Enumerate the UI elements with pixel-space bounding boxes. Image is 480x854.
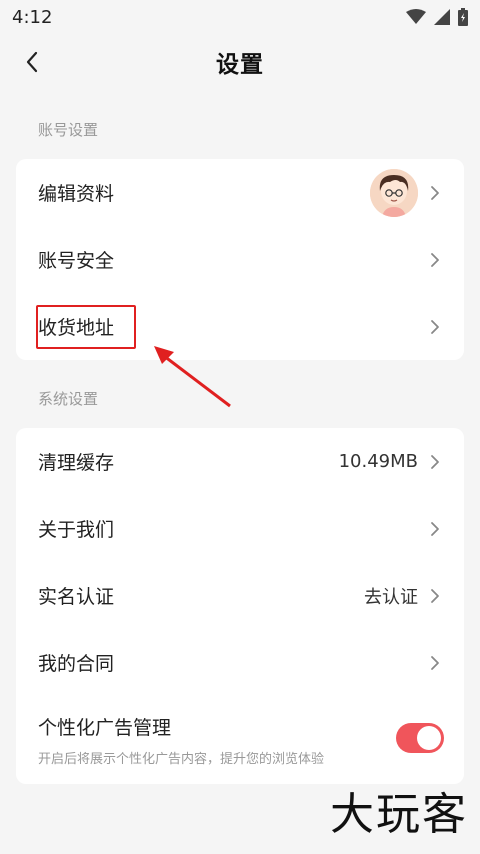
header: 设置 xyxy=(0,34,480,90)
signal-icon xyxy=(434,9,450,25)
status-time: 4:12 xyxy=(12,6,53,28)
my-contracts-row[interactable]: 我的合同 xyxy=(16,629,464,696)
real-name-verification-row[interactable]: 实名认证 去认证 xyxy=(16,562,464,629)
cache-size-value: 10.49MB xyxy=(338,451,418,472)
account-settings-card: 编辑资料 账号安全 收货地址 xyxy=(16,159,464,360)
status-icons xyxy=(406,8,468,26)
personalized-ads-row: 个性化广告管理 开启后将展示个性化广告内容，提升您的浏览体验 xyxy=(16,696,464,784)
chevron-right-icon xyxy=(431,252,439,267)
account-security-row[interactable]: 账号安全 xyxy=(16,226,464,293)
clear-cache-row[interactable]: 清理缓存 10.49MB xyxy=(16,428,464,495)
toggle-knob xyxy=(417,726,441,750)
about-us-label: 关于我们 xyxy=(38,519,115,541)
account-section-label: 账号设置 xyxy=(38,121,99,139)
back-button[interactable] xyxy=(14,44,50,80)
battery-icon xyxy=(458,8,468,26)
chevron-right-icon xyxy=(431,185,439,200)
shipping-address-row[interactable]: 收货地址 xyxy=(16,293,464,360)
chevron-right-icon xyxy=(431,588,439,603)
avatar xyxy=(370,168,418,217)
personalized-ads-toggle[interactable] xyxy=(396,723,444,753)
about-us-row[interactable]: 关于我们 xyxy=(16,495,464,562)
status-bar: 4:12 xyxy=(0,0,480,34)
wifi-icon xyxy=(406,9,426,24)
shipping-address-label: 收货地址 xyxy=(38,317,115,339)
watermark-logo: 大玩客 xyxy=(330,789,468,840)
system-settings-card: 清理缓存 10.49MB 关于我们 实名认证 去认证 我的合同 个性化广告管理 … xyxy=(16,428,464,784)
chevron-right-icon xyxy=(431,454,439,469)
edit-profile-row[interactable]: 编辑资料 xyxy=(16,159,464,226)
personalized-ads-description: 开启后将展示个性化广告内容，提升您的浏览体验 xyxy=(38,752,325,767)
account-security-label: 账号安全 xyxy=(38,250,115,272)
chevron-right-icon xyxy=(431,655,439,670)
system-section-label: 系统设置 xyxy=(38,390,99,408)
personalized-ads-label: 个性化广告管理 xyxy=(38,717,172,739)
real-name-verification-label: 实名认证 xyxy=(38,586,115,608)
page-title: 设置 xyxy=(216,52,264,78)
edit-profile-label: 编辑资料 xyxy=(38,183,115,205)
verification-status-value: 去认证 xyxy=(364,586,418,608)
my-contracts-label: 我的合同 xyxy=(38,653,115,675)
chevron-right-icon xyxy=(431,521,439,536)
chevron-left-icon xyxy=(26,51,38,73)
chevron-right-icon xyxy=(431,319,439,334)
clear-cache-label: 清理缓存 xyxy=(38,452,115,474)
